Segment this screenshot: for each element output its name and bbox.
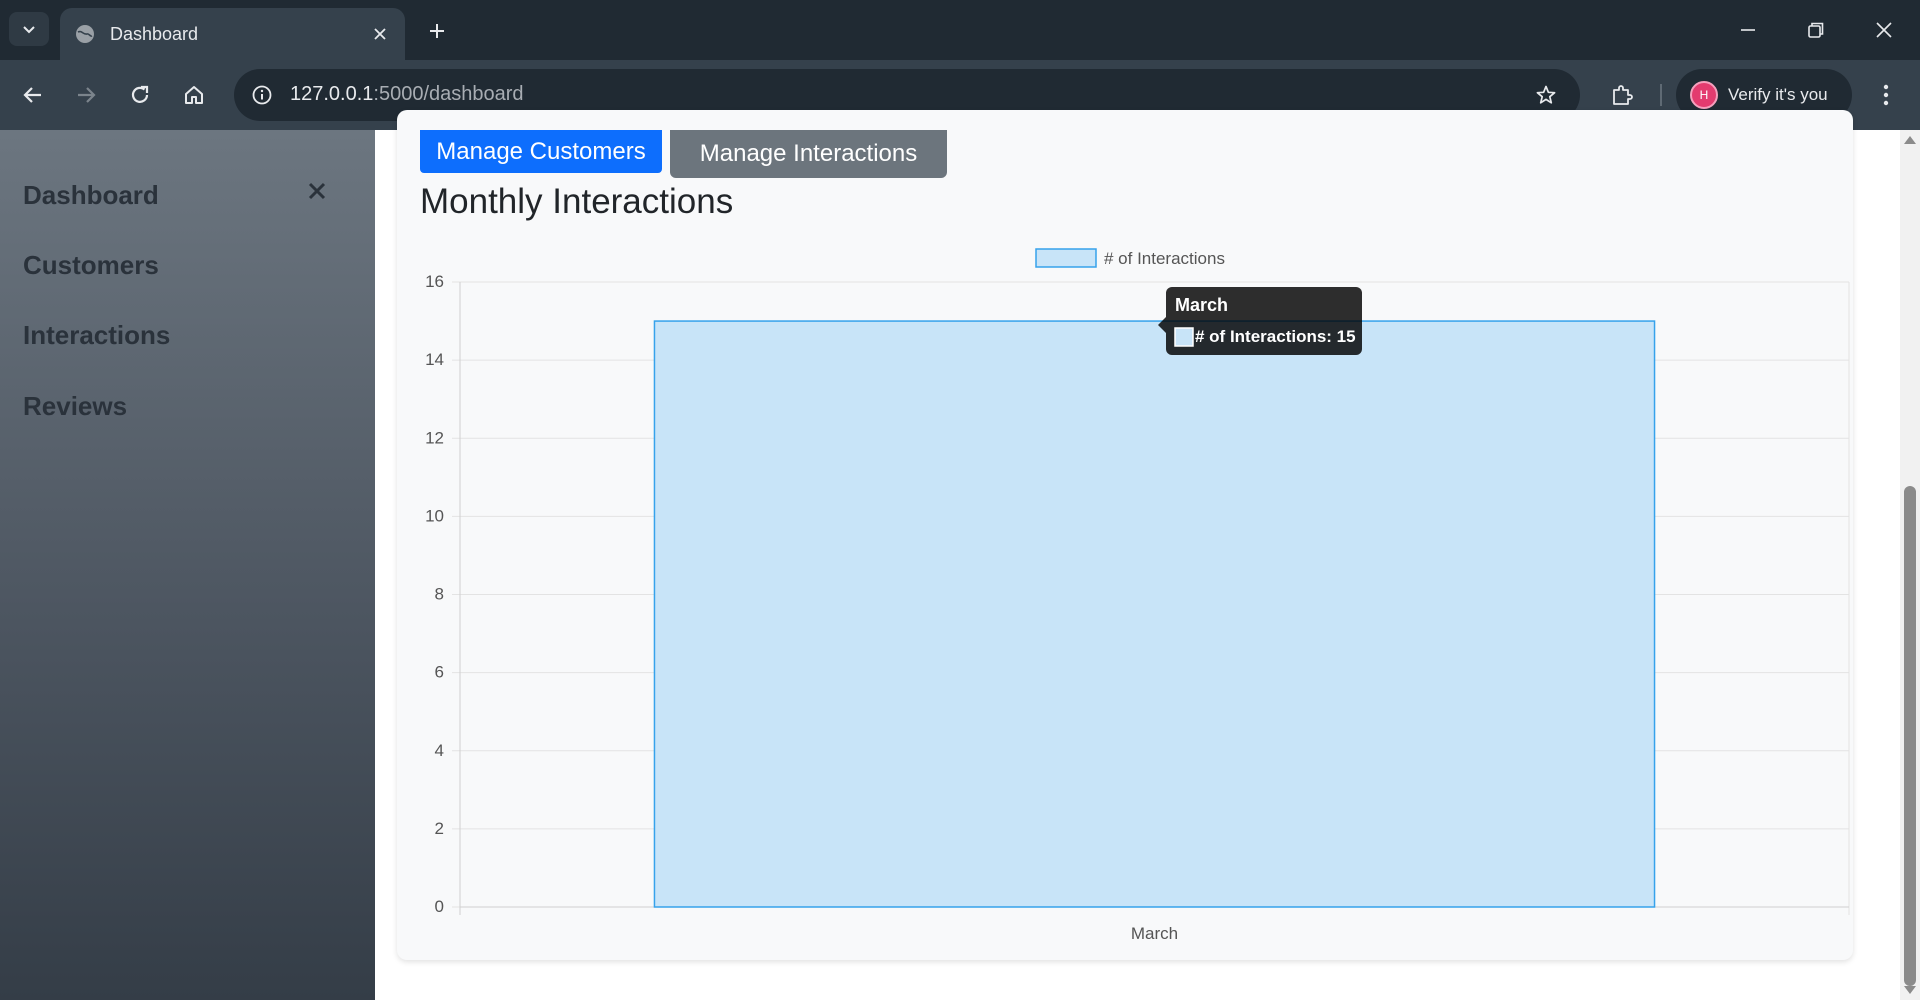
manage-customers-button[interactable]: Manage Customers xyxy=(420,130,662,173)
y-tick-label: 14 xyxy=(425,350,444,369)
sidebar-item-dashboard[interactable]: Dashboard xyxy=(23,180,159,211)
profile-label: Verify it's you xyxy=(1728,85,1828,104)
sidebar-item-reviews[interactable]: Reviews xyxy=(23,391,127,422)
scroll-thumb[interactable] xyxy=(1904,486,1916,986)
scroll-up-arrow[interactable] xyxy=(1904,136,1916,144)
close-icon xyxy=(308,182,326,200)
tab-close-button[interactable] xyxy=(369,23,391,45)
home-button[interactable] xyxy=(176,77,212,113)
url-path: :5000/dashboard xyxy=(373,83,524,105)
home-icon xyxy=(185,86,203,104)
avatar: H xyxy=(1690,81,1718,109)
y-tick-label: 6 xyxy=(435,663,444,682)
y-tick-label: 16 xyxy=(425,272,444,291)
close-window-button[interactable] xyxy=(1862,12,1906,48)
globe-icon xyxy=(76,25,94,43)
page-viewport: Dashboard Customers Interactions Reviews… xyxy=(0,110,1920,1000)
sidebar-close-button[interactable] xyxy=(302,176,332,206)
page-title: Monthly Interactions xyxy=(420,182,734,221)
more-vertical-icon xyxy=(1883,84,1889,106)
sidebar-item-interactions[interactable]: Interactions xyxy=(23,320,170,351)
plus-icon xyxy=(430,24,444,38)
forward-button[interactable] xyxy=(68,77,104,113)
reload-icon xyxy=(131,85,149,103)
tooltip-label: # of Interactions: 15 xyxy=(1195,327,1356,346)
scrollbar[interactable] xyxy=(1900,130,1920,1000)
x-tick-label: March xyxy=(1131,924,1178,943)
site-info-button[interactable] xyxy=(248,81,276,109)
bar xyxy=(653,320,1656,908)
arrow-left-icon xyxy=(23,87,41,103)
tab-title: Dashboard xyxy=(110,23,199,44)
browser-menu-button[interactable] xyxy=(1868,77,1904,113)
puzzle-icon xyxy=(1613,85,1633,105)
y-tick-label: 10 xyxy=(425,506,444,525)
arrow-right-icon xyxy=(78,87,96,103)
toolbar-divider xyxy=(1660,84,1662,106)
reload-button[interactable] xyxy=(122,77,158,113)
url-host: 127.0.0.1 xyxy=(290,83,374,105)
back-button[interactable] xyxy=(15,77,51,113)
y-tick-label: 12 xyxy=(425,428,444,447)
browser-titlebar: Dashboard xyxy=(0,0,1920,60)
restore-button[interactable] xyxy=(1794,12,1838,48)
restore-icon xyxy=(1808,22,1824,38)
tooltip-swatch xyxy=(1174,327,1194,347)
close-icon xyxy=(1876,22,1892,38)
new-tab-button[interactable] xyxy=(422,16,452,46)
y-tick-label: 4 xyxy=(435,741,444,760)
sidebar-item-customers[interactable]: Customers xyxy=(23,250,159,281)
bar-chart: 0 2 4 6 8 10 12 14 16 March # of Interactions March… xyxy=(425,248,1850,943)
legend-label: # of Interactions xyxy=(1104,249,1225,268)
sidebar: Dashboard Customers Interactions Reviews xyxy=(0,130,375,1000)
extensions-button[interactable] xyxy=(1604,77,1640,113)
bookmark-button[interactable] xyxy=(1532,81,1560,109)
minimize-button[interactable] xyxy=(1726,12,1770,48)
y-tick-label: 0 xyxy=(435,897,444,916)
scroll-down-arrow[interactable] xyxy=(1904,986,1916,994)
main-content: 0 2 4 6 8 10 12 14 16 March # of Interactions March… xyxy=(375,110,1900,1000)
star-icon xyxy=(1536,85,1556,104)
info-icon xyxy=(252,85,272,105)
dashboard-card: 0 2 4 6 8 10 12 14 16 March # of Interactions March… xyxy=(397,110,1853,960)
legend-swatch xyxy=(1035,248,1097,268)
y-tick-label: 8 xyxy=(435,585,444,604)
browser-tab[interactable]: Dashboard xyxy=(60,8,405,60)
chevron-down-icon xyxy=(23,26,35,34)
y-tick-label: 2 xyxy=(435,819,444,838)
minimize-icon xyxy=(1741,29,1755,31)
url-text: 127.0.0.1:5000/dashboard xyxy=(290,83,524,106)
tab-search-button[interactable] xyxy=(9,12,49,46)
manage-interactions-button[interactable]: Manage Interactions xyxy=(670,130,947,178)
tooltip-title: March xyxy=(1175,295,1228,315)
close-icon xyxy=(374,28,386,40)
